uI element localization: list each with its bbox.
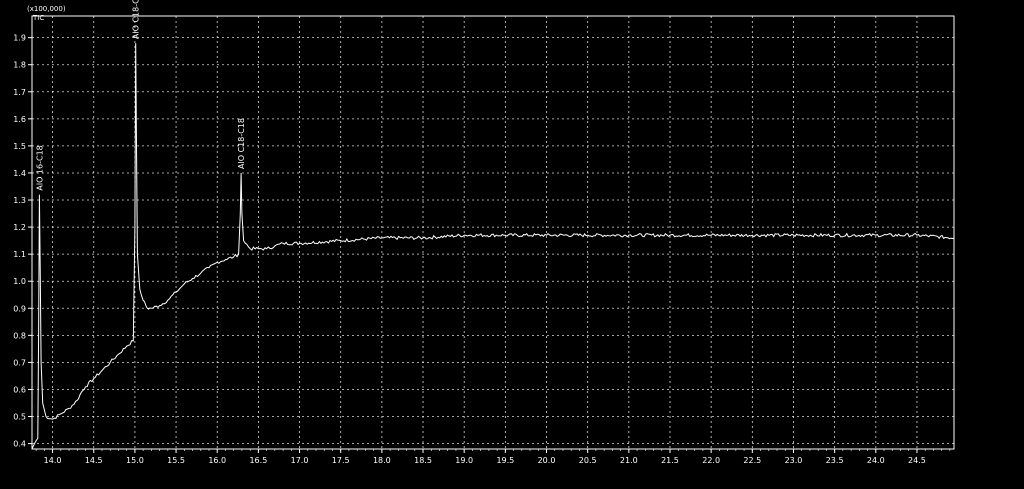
x-tick-label: 16.5 [249,456,267,465]
x-tick-label: 20.0 [538,456,556,465]
x-tick-label: 17.5 [332,456,350,465]
x-tick-label: 14.0 [44,456,62,465]
x-tick-label: 24.0 [867,456,885,465]
x-tick-label: 24.5 [908,456,926,465]
x-tick-label: 15.5 [167,456,185,465]
x-tick-label: 18.5 [414,456,432,465]
y-tick-label: 0.7 [13,358,26,367]
y-tick-label: 1.3 [13,196,26,205]
y-tick-label: 1.4 [13,169,26,178]
y-tick-label: 1.2 [13,223,26,232]
y-tick-label: 1.7 [13,88,26,97]
y-tick-label: 0.5 [13,413,26,422]
x-tick-label: 21.5 [661,456,679,465]
y-tick-label: 1.5 [13,142,26,151]
x-tick-label: 17.0 [291,456,309,465]
y-tick-label: 1.9 [13,34,26,43]
x-tick-label: 16.0 [208,456,226,465]
peak-annotation: AlO 16-C18 [35,145,44,190]
signal-label: TIC [32,14,44,22]
y-tick-label: 0.6 [13,385,26,394]
scale-label: (x100,000) [27,5,66,13]
x-tick-label: 20.5 [579,456,597,465]
x-tick-label: 14.5 [85,456,103,465]
chart-background [0,0,1024,489]
x-tick-label: 23.5 [826,456,844,465]
chromatogram-chart: (x100,000) TIC 14.0 14.5 15.0 15.5 16.0 16.5 1… [0,0,1024,489]
x-tick-label: 19.5 [496,456,514,465]
y-tick-label: 1.6 [13,115,26,124]
y-tick-label: 0.9 [13,304,26,313]
x-tick-label: 21.0 [620,456,638,465]
x-tick-label: 22.5 [743,456,761,465]
peak-annotation: AlO C18-C18 [132,0,141,39]
y-tick-label: 1.8 [13,61,26,70]
y-tick-label: 0.8 [13,331,26,340]
x-tick-label: 19.0 [455,456,473,465]
y-tick-label: 1.0 [13,277,26,286]
x-tick-label: 23.0 [785,456,803,465]
y-tick-label: 0.4 [13,440,26,449]
peak-annotation: AlO C18-C18 [237,118,246,169]
x-tick-label: 22.0 [702,456,720,465]
x-tick-label: 18.0 [373,456,391,465]
y-tick-label: 1.1 [13,250,26,259]
x-tick-label: 15.0 [126,456,144,465]
